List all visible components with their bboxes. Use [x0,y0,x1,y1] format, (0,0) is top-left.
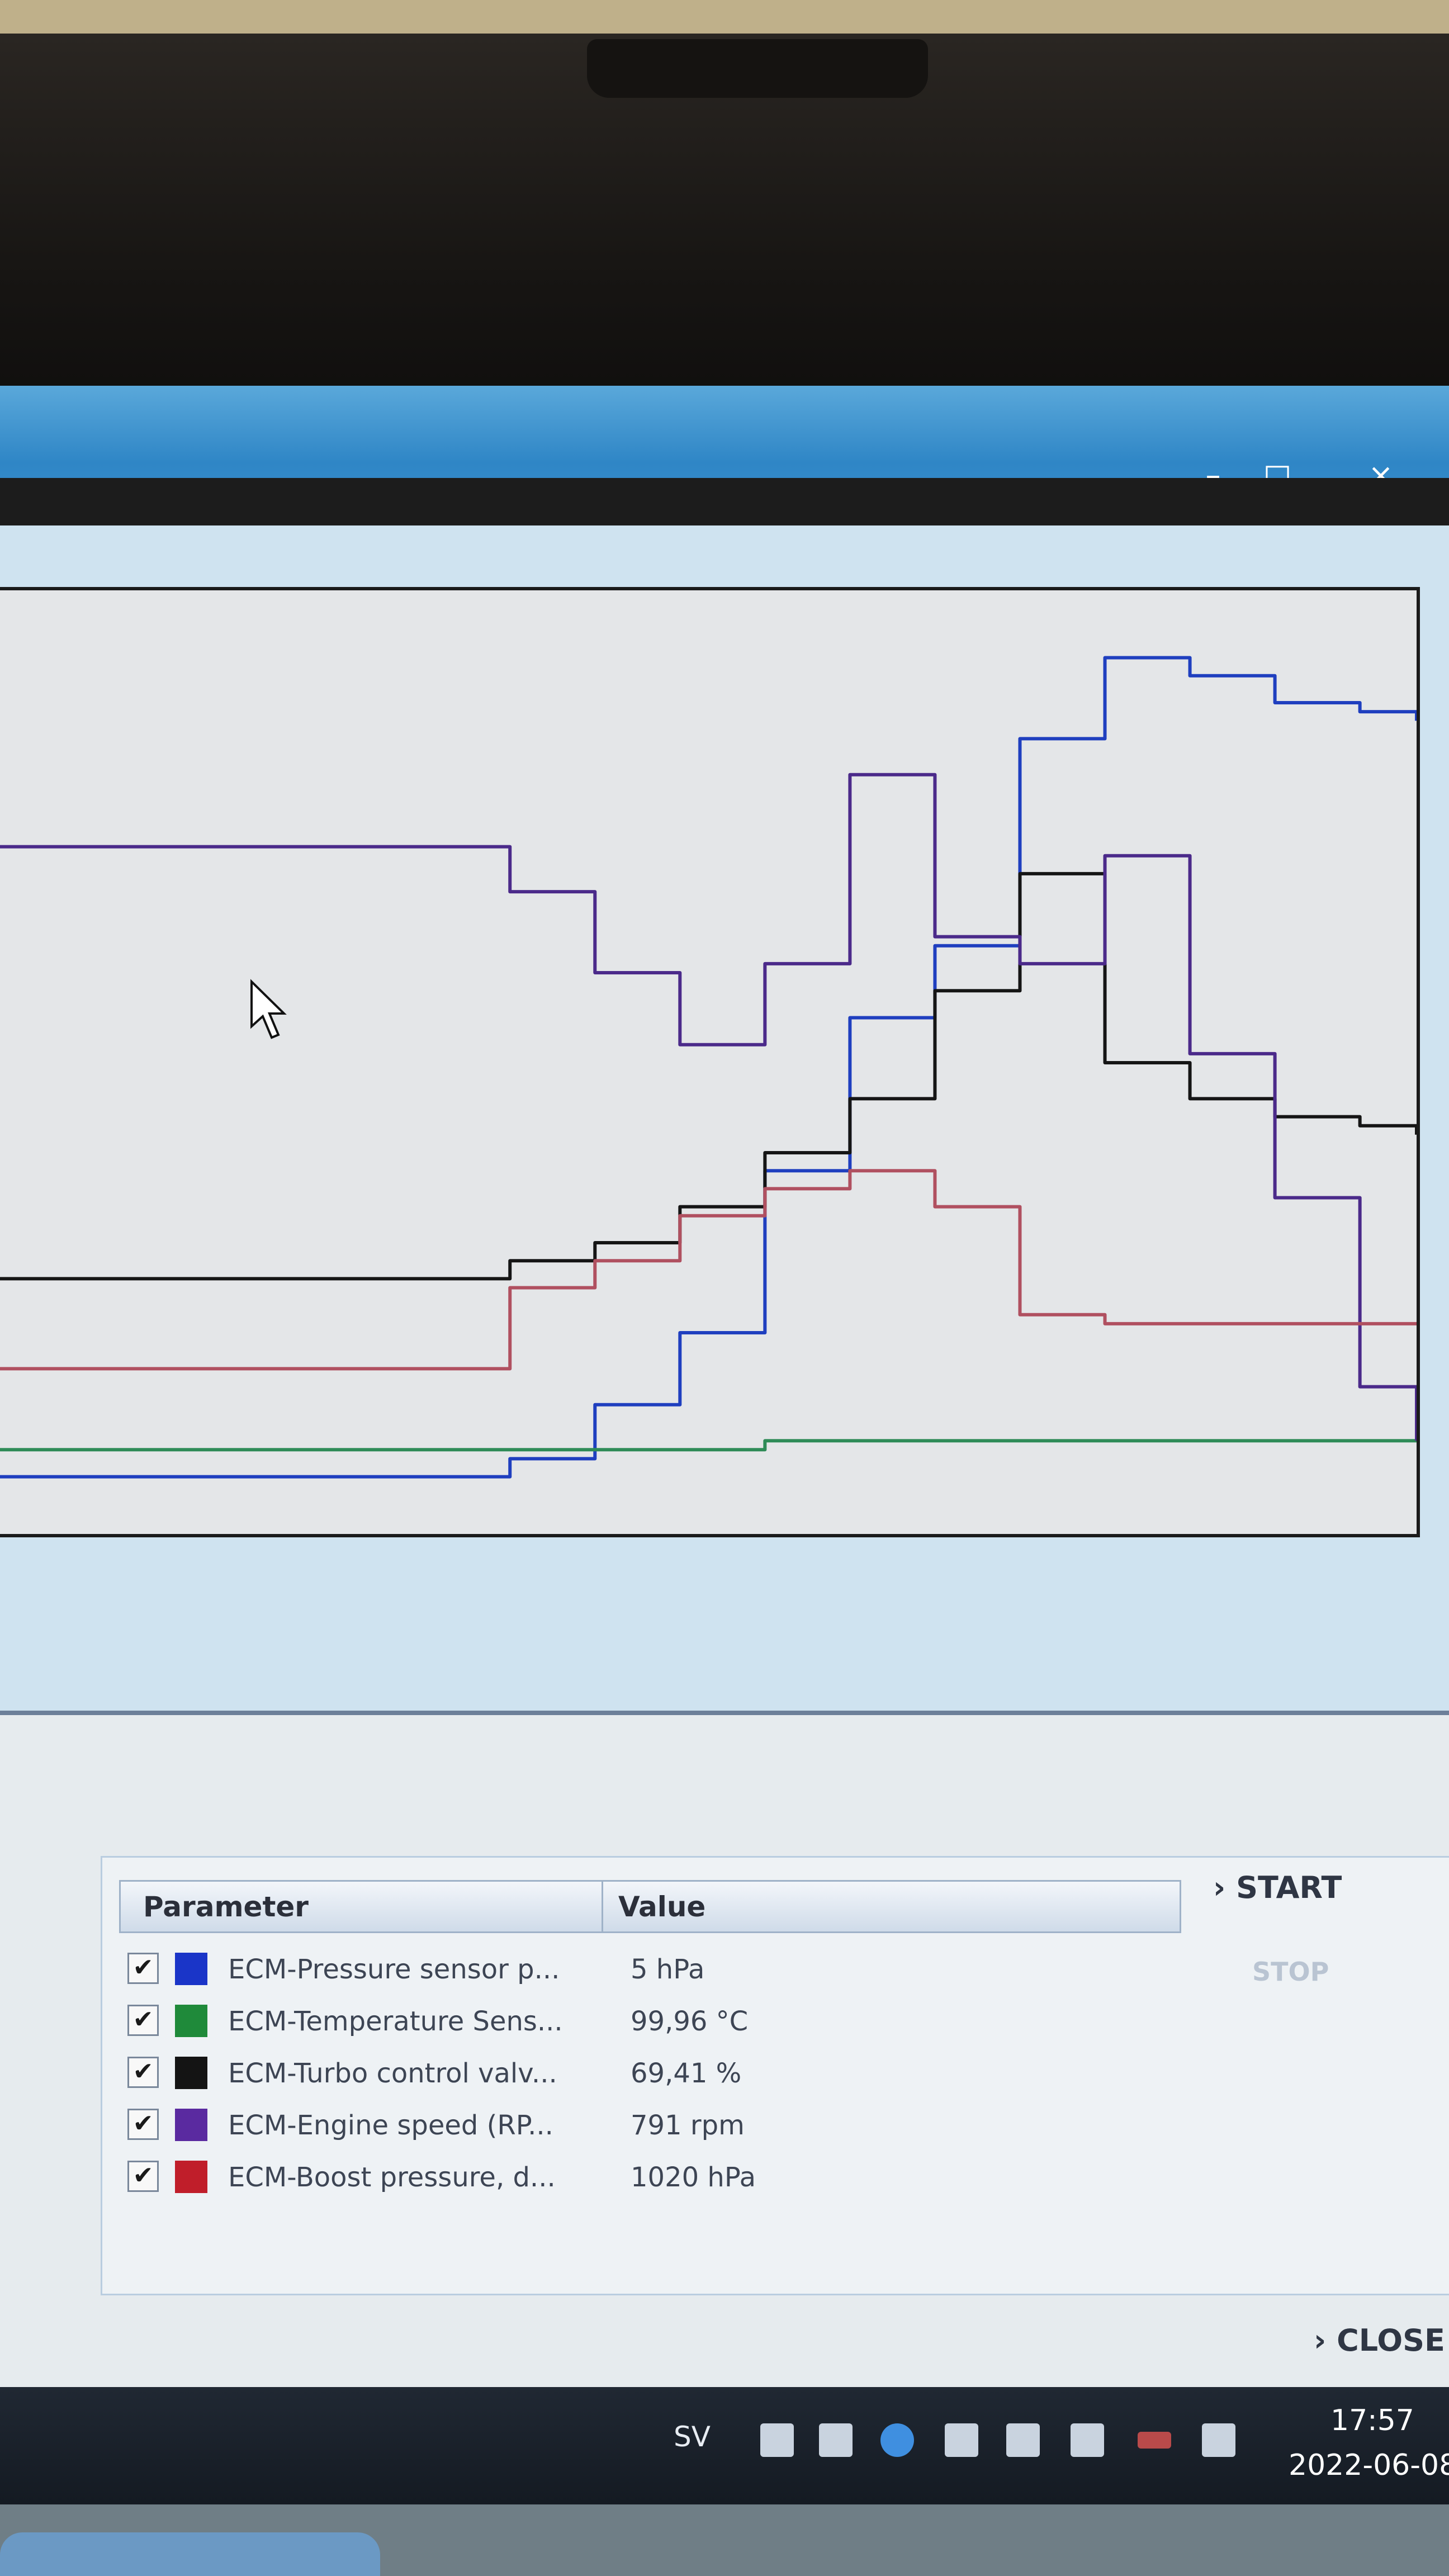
parameter-name: ECM-Engine speed (RP... [228,2110,553,2141]
parameter-value: 1020 hPa [631,2162,756,2193]
panel-divider [0,1711,1449,1715]
parameter-value: 99,96 °C [631,2006,749,2037]
parameter-table: Parameter Value ✔ ECM-Pressure sensor p..… [101,1856,1449,2295]
series-line-3 [0,773,1417,1441]
series-line-1 [0,1439,1417,1452]
parameter-value: 5 hPa [631,1954,705,1985]
tray-app-icon[interactable] [760,2423,794,2457]
series-color-swatch [175,2005,207,2037]
tray-app-icon[interactable] [819,2423,853,2457]
language-indicator[interactable]: SV [674,2421,711,2453]
series-color-swatch [175,2057,207,2089]
table-row[interactable]: ✔ ECM-Engine speed (RP... 791 rpm [127,2103,1190,2153]
volume-icon[interactable] [1202,2423,1235,2457]
series-line-4 [0,1169,1417,1371]
parameter-value: 791 rpm [631,2110,745,2141]
laptop-bezel [0,34,1449,436]
tray-app-icon[interactable] [945,2423,978,2457]
row-checkbox[interactable]: ✔ [127,2161,159,2192]
start-arrow-icon: › [1213,1870,1226,1905]
chart-area [0,587,1420,1537]
inner-toolbar [0,478,1449,525]
clock-date[interactable]: 2022-06-08 [1289,2449,1449,2482]
line-chart [0,656,1417,1479]
header-separator [602,1882,603,1932]
series-line-0 [0,656,1417,1479]
row-checkbox[interactable]: ✔ [127,1953,159,1984]
taskbar: SV 17:57 2022-06-08 [0,2387,1449,2504]
stop-button[interactable]: STOP [1252,1957,1329,1987]
network-icon[interactable] [880,2423,914,2457]
table-row[interactable]: ✔ ECM-Turbo control valv... 69,41 % [127,2051,1190,2101]
parameter-name: ECM-Temperature Sens... [228,2006,563,2037]
parameter-name: ECM-Turbo control valv... [228,2058,557,2089]
row-checkbox[interactable]: ✔ [127,2109,159,2140]
series-color-swatch [175,2109,207,2141]
flag-icon[interactable] [1006,2423,1040,2457]
row-checkbox[interactable]: ✔ [127,2005,159,2036]
mouse-cursor-icon [250,979,287,1039]
header-parameter: Parameter [143,1891,309,1923]
battery-icon[interactable] [1071,2423,1104,2457]
dock-tab [0,2532,380,2576]
table-header: Parameter Value [119,1880,1181,1933]
parameter-name: ECM-Pressure sensor p... [228,1954,560,1985]
close-arrow-icon: › [1314,2323,1327,2358]
series-line-2 [0,872,1417,1281]
series-color-swatch [175,1953,207,1985]
parameter-name: ECM-Boost pressure, d... [228,2162,556,2193]
header-value: Value [618,1891,706,1923]
start-button[interactable]: › START [1213,1870,1342,1905]
table-row[interactable]: ✔ ECM-Pressure sensor p... 5 hPa [127,1947,1190,1997]
close-label: CLOSE [1337,2323,1445,2358]
table-row[interactable]: ✔ ECM-Temperature Sens... 99,96 °C [127,1999,1190,2049]
table-row[interactable]: ✔ ECM-Boost pressure, d... 1020 hPa [127,2155,1190,2205]
close-button[interactable]: › CLOSE [1314,2323,1445,2358]
signal-icon[interactable] [1138,2432,1171,2449]
webcam-notch [587,39,928,98]
parameter-value: 69,41 % [631,2058,742,2089]
series-color-swatch [175,2161,207,2193]
row-checkbox[interactable]: ✔ [127,2057,159,2088]
clock-time[interactable]: 17:57 [1330,2404,1414,2437]
start-label: START [1236,1870,1342,1905]
